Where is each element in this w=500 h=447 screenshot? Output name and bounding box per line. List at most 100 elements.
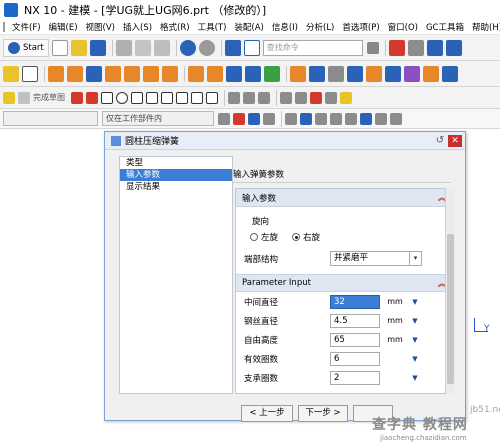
convert-reference-icon[interactable] xyxy=(340,91,352,104)
type-filter-select[interactable] xyxy=(3,111,98,126)
undo-icon[interactable] xyxy=(179,39,196,56)
line-icon[interactable] xyxy=(86,91,98,104)
chamfer-icon[interactable] xyxy=(309,65,325,82)
zoom-icon[interactable] xyxy=(315,112,327,125)
constraint-icon[interactable] xyxy=(280,91,292,104)
prev-button[interactable]: < 上一步 xyxy=(241,405,293,422)
section-input-header[interactable]: 输入参数 ︽ xyxy=(236,189,452,207)
sweep-icon[interactable] xyxy=(442,65,458,82)
draft-icon[interactable] xyxy=(347,65,363,82)
start-button[interactable]: Start xyxy=(3,38,49,57)
end-structure-select[interactable]: 并紧磨平 ▾ xyxy=(330,251,422,266)
finish-sketch-icon[interactable] xyxy=(3,91,15,104)
wcs-icon[interactable] xyxy=(360,112,372,125)
menu-format[interactable]: 格式(R) xyxy=(156,21,194,33)
view-orient-icon[interactable] xyxy=(426,39,443,56)
selection-scope-select[interactable]: 仅在工作部件内 xyxy=(102,111,214,126)
step-show-result[interactable]: 显示结果 xyxy=(120,181,232,193)
filter-settings-icon[interactable] xyxy=(218,112,230,125)
polygon-icon[interactable] xyxy=(176,91,188,104)
right-hand-label[interactable]: 右旋 xyxy=(303,231,320,243)
menu-analysis[interactable]: 分析(L) xyxy=(302,21,338,33)
boss-icon[interactable] xyxy=(124,65,140,82)
pan-icon[interactable] xyxy=(330,112,342,125)
free-height-input[interactable]: 65 xyxy=(330,332,380,347)
snap-point-icon[interactable] xyxy=(233,112,245,125)
offset-curve-icon[interactable] xyxy=(206,91,218,104)
spinner-arrow-icon[interactable]: ▼ xyxy=(410,374,420,382)
sketch-icon[interactable] xyxy=(3,65,19,82)
pattern-icon[interactable] xyxy=(188,65,204,82)
copy-icon[interactable] xyxy=(134,39,151,56)
menu-preferences[interactable]: 首选项(P) xyxy=(338,21,383,33)
render-icon[interactable] xyxy=(407,39,424,56)
panel-scrollbar[interactable] xyxy=(445,188,455,394)
active-coils-input[interactable]: 6 xyxy=(330,351,380,366)
intersect-icon[interactable] xyxy=(245,65,261,82)
cylinder-icon[interactable] xyxy=(105,65,121,82)
redo-icon[interactable] xyxy=(198,39,215,56)
save-icon[interactable] xyxy=(89,39,106,56)
block-icon[interactable] xyxy=(86,65,102,82)
point-sketch-icon[interactable] xyxy=(191,91,203,104)
spinner-arrow-icon[interactable]: ▼ xyxy=(410,298,420,306)
split-body-icon[interactable] xyxy=(385,65,401,82)
menu-file[interactable]: 文件(F) xyxy=(8,21,45,33)
chevron-down-icon[interactable]: ▾ xyxy=(409,252,421,265)
extrude-icon[interactable] xyxy=(48,65,64,82)
open-folder-icon[interactable] xyxy=(70,39,87,56)
rectangle-icon[interactable] xyxy=(161,91,173,104)
display-icon[interactable] xyxy=(390,112,402,125)
revolve-icon[interactable] xyxy=(67,65,83,82)
dialog-title-bar[interactable]: 圆柱压缩弹簧 ↺ ✕ xyxy=(105,132,465,150)
snap-icon[interactable] xyxy=(388,39,405,56)
fillet-icon[interactable] xyxy=(131,91,143,104)
offset-face-icon[interactable] xyxy=(404,65,420,82)
quick-trim-icon[interactable] xyxy=(228,91,240,104)
menu-view[interactable]: 视图(V) xyxy=(82,21,119,33)
circle-icon[interactable] xyxy=(116,91,128,104)
system-menu-icon[interactable] xyxy=(3,22,5,32)
select-icon[interactable] xyxy=(248,112,260,125)
measure-icon[interactable] xyxy=(375,112,387,125)
support-coils-input[interactable]: 2 xyxy=(330,370,380,385)
view-icon[interactable] xyxy=(285,112,297,125)
section-params-header[interactable]: Parameter Input ︽ xyxy=(236,274,452,292)
step-input-params[interactable]: 输入参数 xyxy=(120,169,232,181)
menu-gc-toolbox[interactable]: GC工具箱 xyxy=(422,21,468,33)
hole-icon[interactable] xyxy=(143,65,159,82)
menu-assembly[interactable]: 装配(A) xyxy=(230,21,267,33)
mean-diameter-input[interactable]: 32 xyxy=(330,294,380,309)
reset-icon[interactable]: ↺ xyxy=(432,135,448,146)
menu-tools[interactable]: 工具(T) xyxy=(194,21,231,33)
scroll-thumb[interactable] xyxy=(447,234,454,384)
lasso-icon[interactable] xyxy=(263,112,275,125)
finish-sketch-button[interactable]: 完成草图 xyxy=(33,92,65,103)
arc-icon[interactable] xyxy=(101,91,113,104)
groove-icon[interactable] xyxy=(162,65,178,82)
step-type[interactable]: 类型 xyxy=(120,157,232,169)
spinner-arrow-icon[interactable]: ▼ xyxy=(410,336,420,344)
shell-icon[interactable] xyxy=(328,65,344,82)
spinner-arrow-icon[interactable]: ▼ xyxy=(410,317,420,325)
shading-icon[interactable] xyxy=(445,39,462,56)
dimension-icon[interactable] xyxy=(295,91,307,104)
search-icon[interactable] xyxy=(366,41,379,54)
new-file-icon[interactable] xyxy=(51,39,68,56)
left-hand-label[interactable]: 左旋 xyxy=(261,231,278,243)
close-button[interactable]: ✕ xyxy=(448,134,462,147)
sketch-grid-icon[interactable] xyxy=(18,91,30,104)
next-button[interactable]: 下一步 > xyxy=(298,405,348,422)
mirror-curve-icon[interactable] xyxy=(310,91,322,104)
thicken-icon[interactable] xyxy=(423,65,439,82)
wire-diameter-input[interactable]: 4.5 xyxy=(330,313,380,328)
point-icon[interactable] xyxy=(264,65,280,82)
make-corner-icon[interactable] xyxy=(258,91,270,104)
quick-extend-icon[interactable] xyxy=(243,91,255,104)
spinner-arrow-icon[interactable]: ▼ xyxy=(410,355,420,363)
cut-icon[interactable] xyxy=(115,39,132,56)
chamfer-sketch-icon[interactable] xyxy=(146,91,158,104)
trim-body-icon[interactable] xyxy=(366,65,382,82)
paste-icon[interactable] xyxy=(153,39,170,56)
switch-window-icon[interactable] xyxy=(243,39,260,56)
